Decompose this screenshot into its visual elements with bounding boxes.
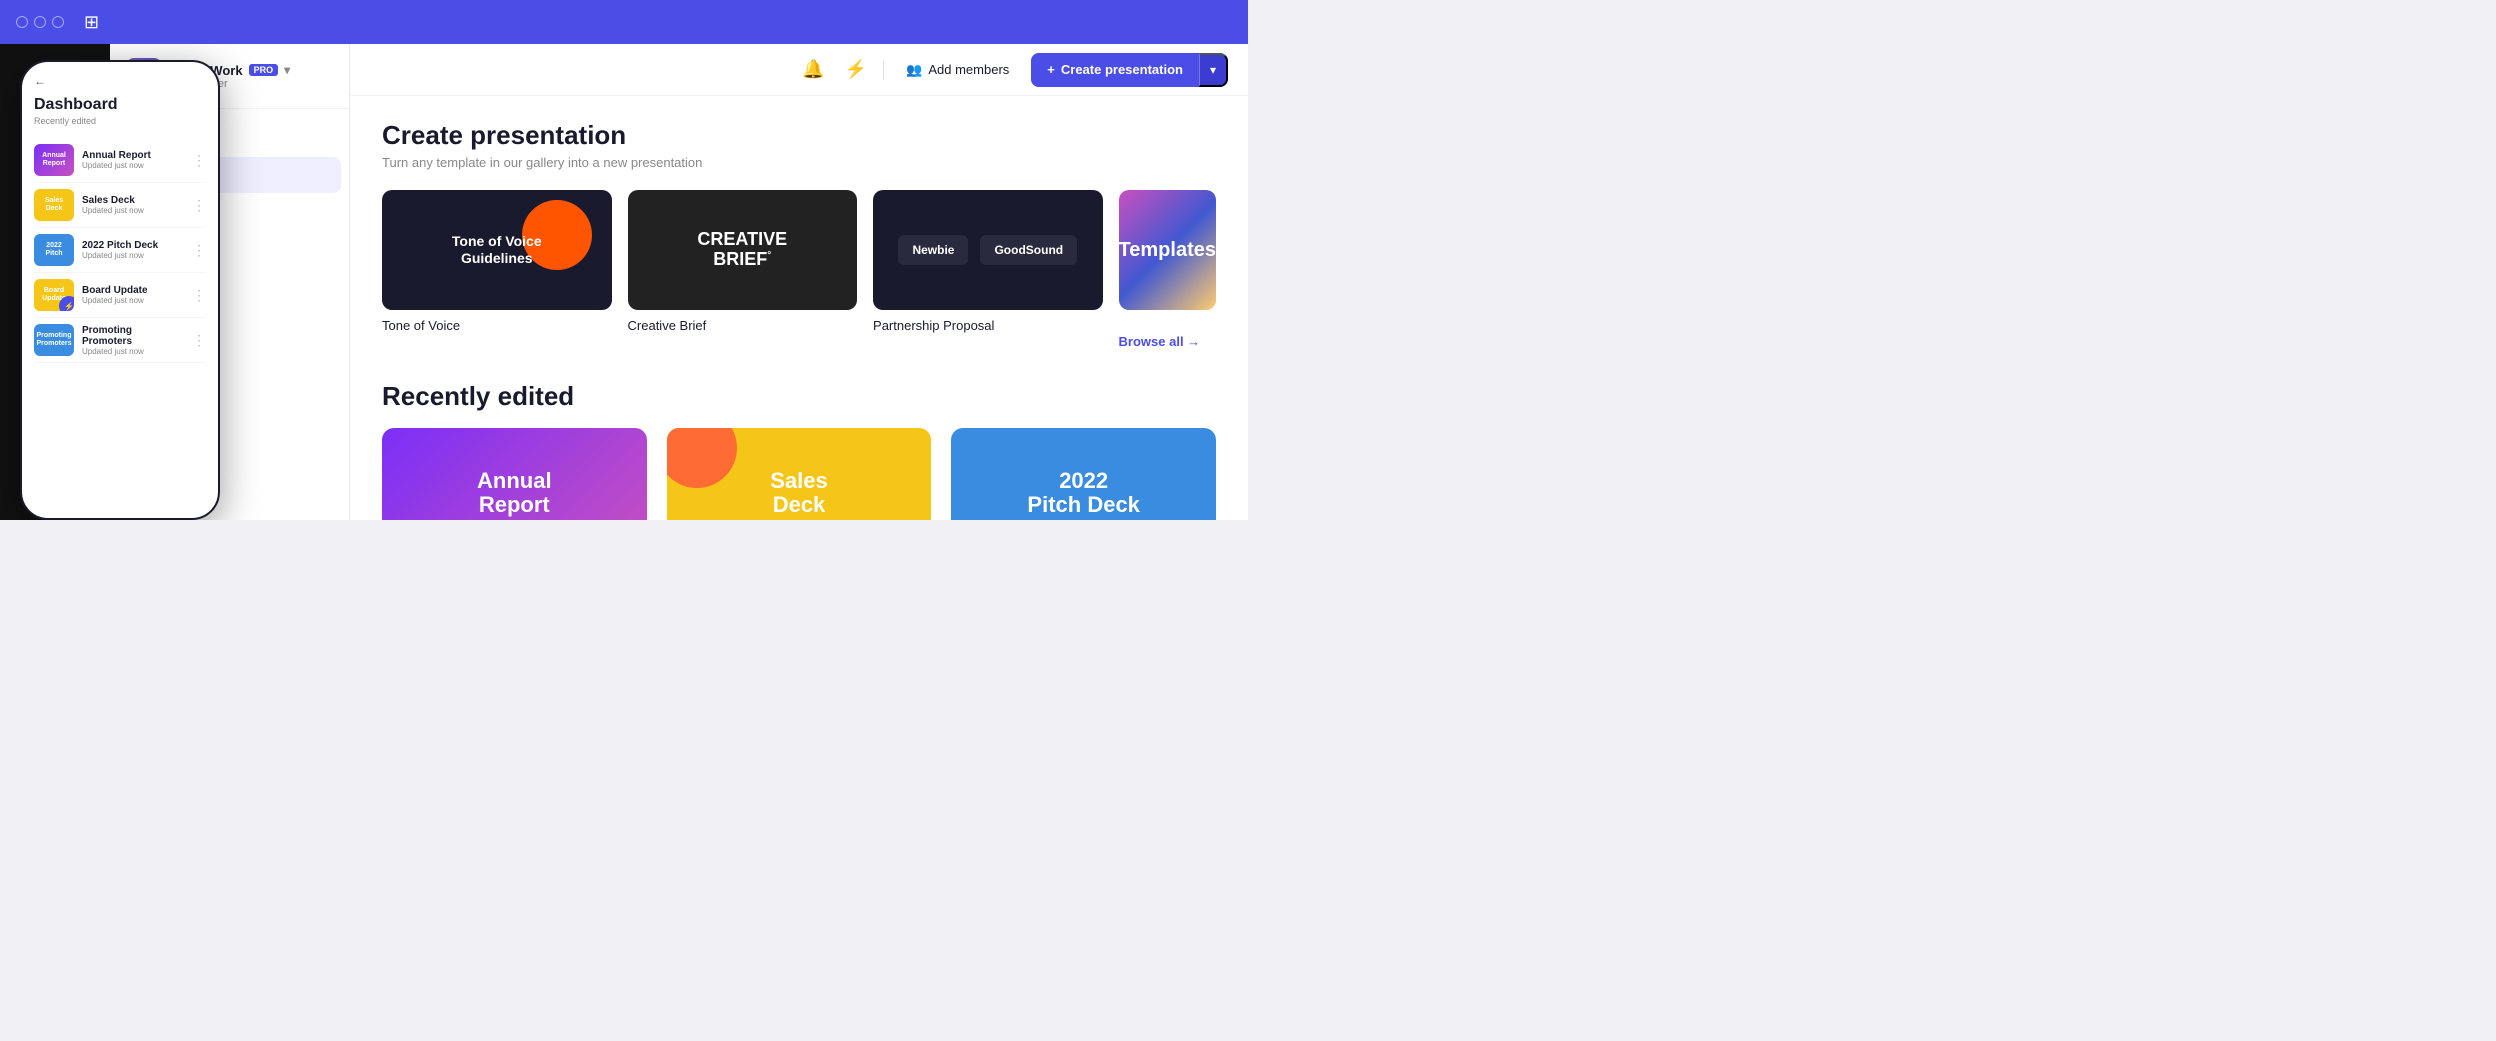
add-members-icon: 👥: [906, 62, 922, 78]
recent-thumb-pd: 2022Pitch Deck: [951, 428, 1216, 520]
sidebar-plus-3[interactable]: +: [122, 501, 150, 520]
recent-card-sd[interactable]: SalesDeck: [667, 428, 932, 520]
template-card-tov[interactable]: Tone of VoiceGuidelines Tone of Voice: [382, 190, 612, 333]
sidebar-plus-2[interactable]: +: [122, 353, 150, 381]
dashboard-icon: ⊞: [128, 165, 141, 185]
browse-all-section: Templates Browse all →: [1119, 190, 1216, 349]
ar-text: AnnualReport: [477, 469, 552, 517]
plus-icon: +: [1047, 62, 1055, 77]
templates-thumb: Templates: [1119, 190, 1216, 310]
template-thumb-pp: Newbie GoodSound: [873, 190, 1103, 310]
template-thumb-cb: CREATIVEBRIEF°: [628, 190, 858, 310]
sidebar-item-label: Dashboard: [151, 168, 215, 183]
recent-card-ar[interactable]: AnnualReport: [382, 428, 647, 520]
recently-edited-title: Recently edited: [382, 381, 1216, 412]
create-title: Create presentation: [382, 120, 1216, 151]
lightning-button[interactable]: ⚡: [841, 55, 871, 84]
template-grid: Tone of VoiceGuidelines Tone of Voice CR…: [382, 190, 1216, 349]
create-subtitle: Turn any template in our gallery into a …: [382, 155, 1216, 170]
sidebar-item-dashboard[interactable]: ⊞ Dashboard: [118, 157, 341, 193]
create-button-group: + Create presentation ▾: [1031, 53, 1228, 87]
pp-block-2: GoodSound: [980, 235, 1077, 265]
pp-block-1: Newbie: [898, 235, 968, 265]
create-presentation-button[interactable]: + Create presentation: [1031, 53, 1199, 87]
org-info: SpaceWork PRO ▾ Cici Frasier: [172, 63, 333, 90]
template-card-cb[interactable]: CREATIVEBRIEF° Creative Brief: [628, 190, 858, 333]
templates-text: Templates: [1119, 239, 1216, 262]
dot-3: [52, 16, 64, 28]
grid-icon: ⊞: [84, 12, 99, 33]
cb-text: CREATIVEBRIEF°: [697, 230, 787, 270]
topbar: ⊞: [0, 0, 1248, 44]
sidebar-nav: ⊞ Dashboard: [110, 153, 349, 197]
sidebar-add-section: +: [110, 109, 349, 153]
notification-button[interactable]: 🔔: [798, 55, 828, 84]
recent-thumb-ar: AnnualReport: [382, 428, 647, 520]
recent-thumb-sd: SalesDeck: [667, 428, 932, 520]
recently-edited-section: Recently edited AnnualReport SalesDeck: [382, 381, 1216, 520]
recent-card-pd[interactable]: 2022Pitch Deck: [951, 428, 1216, 520]
tov-text: Tone of VoiceGuidelines: [452, 233, 542, 267]
template-thumb-tov: Tone of VoiceGuidelines: [382, 190, 612, 310]
pd-text: 2022Pitch Deck: [1027, 469, 1140, 517]
create-section: Create presentation Turn any template in…: [382, 120, 1216, 349]
org-name: SpaceWork PRO ▾: [172, 63, 333, 78]
template-card-pp[interactable]: Newbie GoodSound Partnership Proposal: [873, 190, 1103, 333]
window-controls: [16, 16, 64, 28]
sidebar-plus-rows: + + +: [110, 197, 349, 520]
sidebar-plus-1[interactable]: +: [122, 205, 150, 233]
main-content: Create presentation Turn any template in…: [350, 96, 1248, 520]
sidebar-user: Cici Frasier: [172, 78, 333, 90]
header-actions-bar: 🔔 ⚡ 👥 Add members + Create presentation …: [350, 44, 1248, 96]
org-avatar: SW: [126, 58, 162, 94]
header-divider: [883, 60, 884, 80]
template-name-tov: Tone of Voice: [382, 318, 612, 333]
recently-grid: AnnualReport SalesDeck 2022Pitch Deck: [382, 428, 1216, 520]
black-overlay: [0, 44, 110, 520]
sd-circle: [667, 428, 737, 488]
sidebar: SW SpaceWork PRO ▾ Cici Frasier + ⊞ Dash…: [110, 44, 350, 520]
browse-all-link[interactable]: Browse all →: [1119, 334, 1216, 349]
pro-badge: PRO: [249, 64, 279, 76]
create-arrow-button[interactable]: ▾: [1199, 53, 1228, 87]
template-name-cb: Creative Brief: [628, 318, 858, 333]
dot-1: [16, 16, 28, 28]
app-scene: ⊞ SW SpaceWork PRO ▾ Cici Frasier + ⊞: [0, 0, 1248, 520]
sidebar-add-button[interactable]: +: [122, 117, 150, 145]
sd-text: SalesDeck: [770, 469, 828, 517]
dot-2: [34, 16, 46, 28]
org-chevron[interactable]: ▾: [284, 63, 290, 77]
add-members-button[interactable]: 👥 Add members: [896, 56, 1019, 84]
sidebar-header: SW SpaceWork PRO ▾ Cici Frasier: [110, 44, 349, 109]
template-name-pp: Partnership Proposal: [873, 318, 1103, 333]
